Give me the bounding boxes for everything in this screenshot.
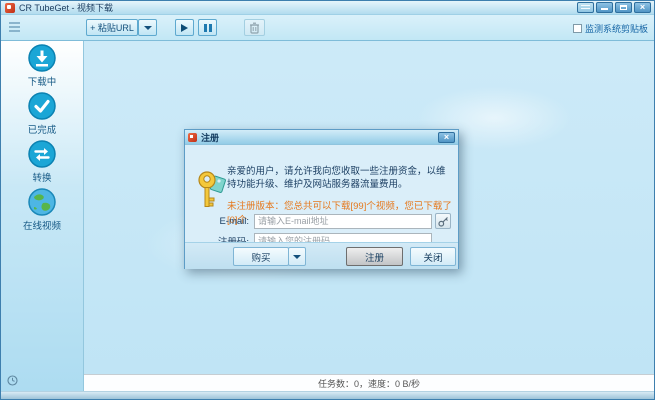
dialog-app-icon bbox=[188, 133, 197, 142]
clock-icon[interactable] bbox=[7, 375, 18, 386]
small-key-icon bbox=[438, 216, 449, 227]
download-icon bbox=[28, 44, 56, 72]
menu-icon bbox=[581, 5, 590, 11]
window-controls: × bbox=[577, 2, 651, 13]
maximize-icon bbox=[620, 5, 627, 10]
delete-task-button[interactable] bbox=[244, 19, 265, 36]
monitor-clipboard-label: 监测系统剪贴板 bbox=[585, 22, 648, 35]
pause-icon bbox=[204, 24, 212, 32]
play-icon bbox=[181, 24, 188, 32]
toolbar: + 粘贴URL 监测系统剪贴板 bbox=[1, 15, 654, 41]
menu-button[interactable] bbox=[577, 2, 594, 13]
minimize-icon bbox=[601, 8, 608, 10]
sidebar-item-online-video[interactable]: 在线视频 bbox=[1, 187, 83, 233]
license-key-button[interactable] bbox=[435, 213, 451, 229]
email-row: E-mail: bbox=[185, 213, 458, 229]
sidebar-item-label: 在线视频 bbox=[23, 218, 61, 232]
grip-icon[interactable] bbox=[9, 22, 20, 34]
dialog-body: 亲爱的用户，请允许我向您收取一些注册资金，以维持功能升级、维护及网站服务器流量费… bbox=[185, 145, 458, 269]
register-dialog: 注册 × 亲爱的用户，请允许我向您收取一些注册资金，以维持功能升级、维护及网站服… bbox=[184, 129, 459, 269]
dialog-button-bar: 购买 注册 关闭 bbox=[185, 242, 458, 269]
completed-check-icon bbox=[28, 92, 56, 120]
key-icon bbox=[197, 169, 227, 211]
app-icon bbox=[5, 3, 15, 13]
paste-url-label: + 粘贴URL bbox=[90, 21, 134, 34]
sidebar-item-label: 已完成 bbox=[28, 122, 57, 136]
dialog-close-button[interactable]: × bbox=[438, 132, 455, 143]
close-button[interactable]: × bbox=[634, 2, 651, 13]
buy-button[interactable]: 购买 bbox=[233, 247, 289, 266]
window-title: CR TubeGet - 视频下载 bbox=[19, 1, 113, 14]
convert-icon bbox=[28, 140, 56, 168]
monitor-clipboard-checkbox[interactable] bbox=[573, 24, 582, 33]
start-download-button[interactable] bbox=[175, 19, 194, 36]
buy-button-label: 购买 bbox=[251, 250, 270, 264]
email-label: E-mail: bbox=[185, 216, 249, 227]
minimize-button[interactable] bbox=[596, 2, 613, 13]
paste-url-button[interactable]: + 粘贴URL bbox=[86, 19, 138, 36]
chevron-down-icon bbox=[144, 26, 152, 30]
maximize-button[interactable] bbox=[615, 2, 632, 13]
titlebar: CR TubeGet - 视频下载 × bbox=[1, 1, 654, 15]
monitor-clipboard-option: 监测系统剪贴板 bbox=[573, 22, 648, 35]
buy-dropdown-button[interactable] bbox=[288, 247, 306, 266]
close-button-label: 关闭 bbox=[423, 250, 442, 264]
chevron-down-icon bbox=[293, 255, 301, 259]
sidebar-item-downloading[interactable]: 下载中 bbox=[1, 43, 83, 89]
sidebar-item-label: 转换 bbox=[32, 170, 51, 184]
dialog-titlebar: 注册 × bbox=[185, 130, 458, 145]
app-window: CR TubeGet - 视频下载 × + 粘贴URL bbox=[0, 0, 655, 400]
close-icon: × bbox=[640, 3, 645, 12]
status-text: 任务数：0，速度：0 B/秒 bbox=[318, 377, 420, 390]
register-button[interactable]: 注册 bbox=[346, 247, 403, 266]
dialog-message: 亲爱的用户，请允许我向您收取一些注册资金，以维持功能升级、维护及网站服务器流量费… bbox=[227, 166, 453, 191]
sidebar: 下载中 已完成 转换 bbox=[1, 41, 84, 391]
dialog-close-action-button[interactable]: 关闭 bbox=[410, 247, 456, 266]
sidebar-item-label: 下载中 bbox=[28, 74, 57, 88]
email-field[interactable] bbox=[254, 214, 432, 229]
window-frame-bottom bbox=[1, 391, 654, 399]
sidebar-item-convert[interactable]: 转换 bbox=[1, 139, 83, 185]
dialog-title: 注册 bbox=[201, 131, 219, 144]
paste-url-dropdown[interactable] bbox=[138, 19, 157, 36]
pause-download-button[interactable] bbox=[198, 19, 217, 36]
register-button-label: 注册 bbox=[365, 250, 384, 264]
trash-icon bbox=[249, 22, 260, 34]
sidebar-item-completed[interactable]: 已完成 bbox=[1, 91, 83, 137]
statusbar: 任务数：0，速度：0 B/秒 bbox=[84, 374, 654, 391]
close-icon: × bbox=[444, 133, 449, 142]
online-video-globe-icon bbox=[28, 188, 56, 216]
